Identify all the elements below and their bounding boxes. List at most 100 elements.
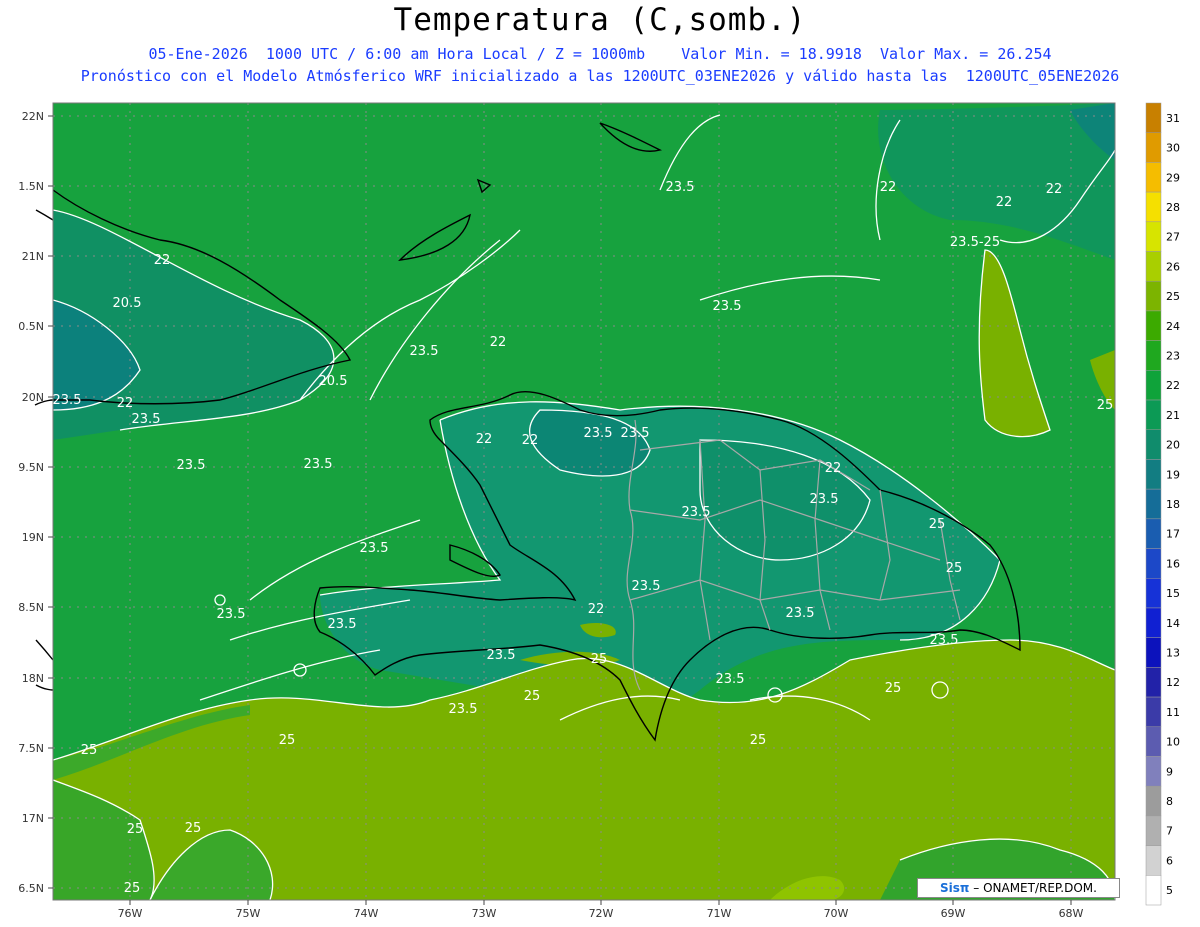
contour-label: 22 <box>1046 182 1063 197</box>
colorbar-label: 23 <box>1166 349 1180 362</box>
contour-label: 23.5 <box>584 426 613 441</box>
colorbar-cell <box>1145 399 1162 430</box>
colorbar-cell <box>1145 191 1162 223</box>
colorbar-label: 19 <box>1166 468 1180 481</box>
colorbar-label: 10 <box>1166 736 1180 749</box>
lon-label: 75W <box>236 907 261 920</box>
colorbar-cell <box>1145 132 1162 163</box>
colorbar-label: 28 <box>1166 201 1180 214</box>
colorbar-cell <box>1145 488 1162 520</box>
colorbar-cell <box>1145 370 1162 401</box>
contour-label: 23.5 <box>713 299 742 314</box>
contour-label: 22 <box>154 253 171 268</box>
contour-label: 23.5 <box>666 180 695 195</box>
contour-label: 25 <box>885 681 902 696</box>
colorbar-label: 5 <box>1166 884 1173 897</box>
colorbar-label: 6 <box>1166 854 1173 867</box>
contour-label: 25 <box>946 561 963 576</box>
contour-label: 23.5 <box>716 672 745 687</box>
contour-label: 23.5 <box>304 457 333 472</box>
colorbar-cell <box>1145 221 1162 252</box>
contour-label: 22 <box>522 433 539 448</box>
contour-label: 23.5 <box>632 579 661 594</box>
colorbar-cell <box>1145 310 1162 341</box>
valid-time-line: 05-Ene-2026 1000 UTC / 6:00 am Hora Loca… <box>148 45 1052 63</box>
colorbar-label: 7 <box>1166 825 1173 838</box>
lat-label: 17N <box>22 812 44 825</box>
colorbar-label: 11 <box>1166 706 1180 719</box>
contour-label: 23.5 <box>410 344 439 359</box>
map-title: Temperatura (C,somb.) <box>393 2 807 38</box>
sis-logo: Sisπ <box>940 881 970 895</box>
lat-label: 0.5N <box>18 320 44 333</box>
lat-label: 22N <box>22 110 44 123</box>
credit-box: Sisπ – ONAMET/REP.DOM. <box>917 878 1120 898</box>
colorbar-label: 8 <box>1166 795 1173 808</box>
contour-label: 22 <box>490 335 507 350</box>
lon-label: 71W <box>707 907 732 920</box>
colorbar-cell <box>1145 340 1162 371</box>
lon-label: 73W <box>472 907 497 920</box>
lat-label: 6.5N <box>18 882 44 895</box>
contour-label: 23.5 <box>621 426 650 441</box>
colorbar-cell <box>1145 785 1162 817</box>
contour-label: 23.5 <box>682 505 711 520</box>
contour-label: 25 <box>279 733 296 748</box>
colorbar-label: 12 <box>1166 676 1180 689</box>
contour-label: 25 <box>124 881 141 896</box>
colorbar-label: 24 <box>1166 320 1180 333</box>
colorbar-cell <box>1145 637 1162 668</box>
contour-label: 22 <box>825 461 842 476</box>
colorbar-label: 30 <box>1166 142 1180 155</box>
lon-label: 70W <box>824 907 849 920</box>
lat-label: 8.5N <box>18 601 44 614</box>
lat-label: 1.5N <box>18 180 44 193</box>
contour-label: 22 <box>476 432 493 447</box>
colorbar-label: 17 <box>1166 528 1180 541</box>
colorbar-cell <box>1145 756 1162 787</box>
colorbar-cell <box>1145 518 1162 549</box>
contour-label: 25 <box>81 743 98 758</box>
colorbar-cell <box>1145 251 1162 282</box>
lon-label: 68W <box>1059 907 1084 920</box>
colorbar-label: 15 <box>1166 587 1180 600</box>
colorbar-label: 20 <box>1166 439 1180 452</box>
colorbar-label: 26 <box>1166 260 1180 273</box>
contour-label: 22 <box>880 180 897 195</box>
contour-label: 23.5 <box>132 412 161 427</box>
contour-label: 20.5 <box>319 374 348 389</box>
colorbar-cell <box>1145 607 1162 638</box>
colorbar-cell <box>1145 875 1162 906</box>
contour-label: 22 <box>117 396 134 411</box>
contour-label: 23.5 <box>449 702 478 717</box>
lon-label: 76W <box>118 907 143 920</box>
colorbar-label: 13 <box>1166 647 1180 660</box>
colorbar-label: 18 <box>1166 498 1180 511</box>
contour-label: 25 <box>185 821 202 836</box>
contour-label: 20.5 <box>113 296 142 311</box>
colorbar-cell <box>1145 726 1162 757</box>
lon-label: 74W <box>354 907 379 920</box>
contour-label: 23.5 <box>217 607 246 622</box>
colorbar-cell <box>1145 548 1162 579</box>
lat-label: 18N <box>22 672 44 685</box>
colorbar-cell <box>1145 459 1162 490</box>
contour-label: 23.5 <box>930 633 959 648</box>
colorbar-label: 22 <box>1166 379 1180 392</box>
contour-label: 22 <box>588 602 605 617</box>
contour-label: 23.5 <box>810 492 839 507</box>
colorbar-label: 25 <box>1166 290 1180 303</box>
model-info-line: Pronóstico con el Modelo Atmósferico WRF… <box>80 67 1120 85</box>
temperature-map: 22N 1.5N 21N 0.5N 20N 9.5N 19N 8.5N 18N 7.5N 17N 6.… <box>18 102 1180 920</box>
contour-label: 22 <box>996 195 1013 210</box>
colorbar-cell <box>1145 845 1162 876</box>
contour-label: 23.5 <box>328 617 357 632</box>
lat-label: 9.5N <box>18 461 44 474</box>
colorbar-cell <box>1145 102 1162 133</box>
colorbar-cell <box>1145 280 1162 312</box>
contour-label: 25 <box>127 822 144 837</box>
contour-label: 25 <box>750 733 767 748</box>
colorbar-label: 27 <box>1166 231 1180 244</box>
lat-label: 21N <box>22 250 44 263</box>
colorbar-label: 29 <box>1166 171 1180 184</box>
